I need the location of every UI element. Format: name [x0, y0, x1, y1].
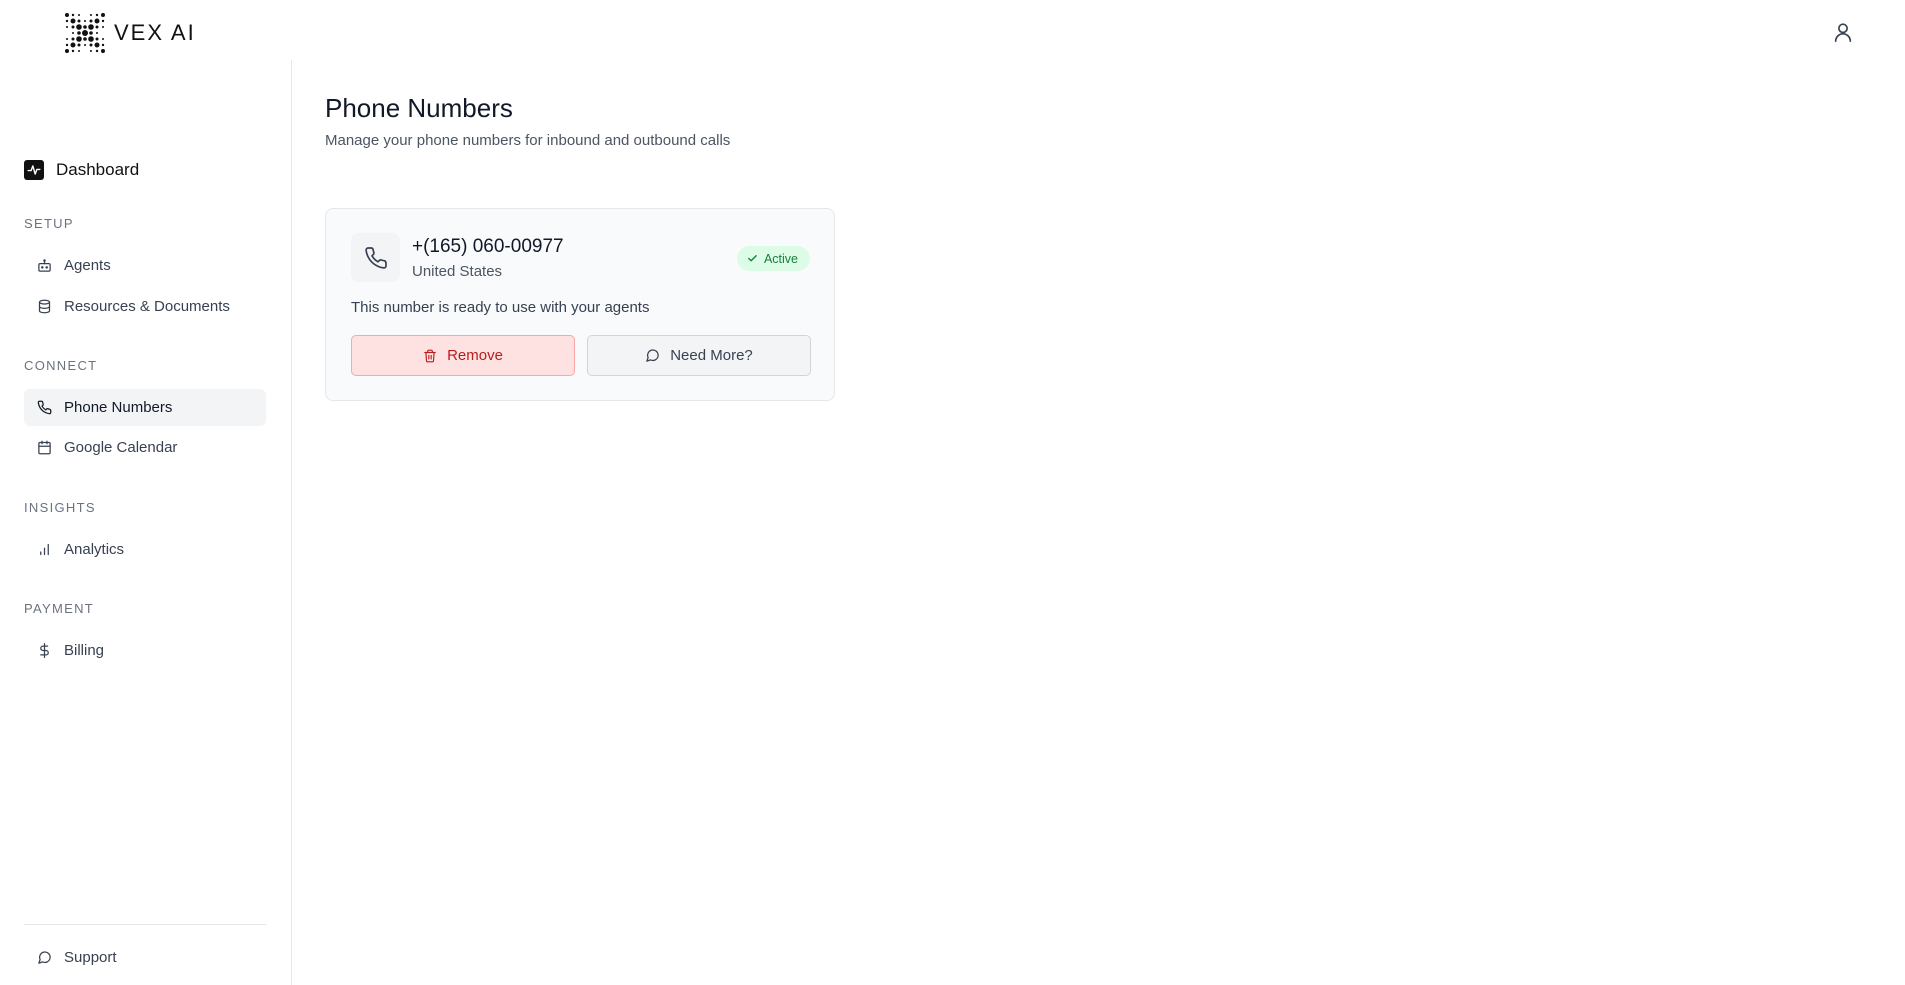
- page-title: Phone Numbers: [325, 93, 513, 123]
- sidebar-item-agents[interactable]: Agents: [24, 247, 266, 284]
- sidebar-item-label: Support: [64, 949, 117, 966]
- sidebar-item-label: Google Calendar: [64, 439, 178, 456]
- remove-button[interactable]: Remove: [351, 335, 575, 376]
- phone-number-description: This number is ready to use with your ag…: [351, 299, 650, 316]
- database-icon: [36, 299, 52, 315]
- status-badge: Active: [736, 246, 810, 271]
- sidebar-item-label: Resources & Documents: [64, 298, 230, 315]
- section-label-connect: CONNECT: [24, 358, 98, 373]
- sidebar-item-dashboard[interactable]: Dashboard: [24, 160, 139, 180]
- vex-logo-icon: [65, 13, 105, 53]
- sidebar-item-analytics[interactable]: Analytics: [24, 531, 266, 568]
- sidebar-item-support[interactable]: Support: [24, 939, 266, 976]
- phone-icon: [36, 400, 52, 416]
- sidebar-item-label: Phone Numbers: [64, 399, 173, 416]
- sidebar-item-label: Dashboard: [56, 160, 140, 179]
- section-label-payment: PAYMENT: [24, 601, 95, 616]
- need-more-button[interactable]: Need More?: [587, 335, 811, 376]
- phone-number-card: +(165) 060-00977 United States Active Th…: [325, 208, 835, 401]
- remove-button-label: Remove: [447, 347, 503, 364]
- sidebar-item-google-calendar[interactable]: Google Calendar: [24, 429, 266, 466]
- section-label-insights: INSIGHTS: [24, 500, 96, 515]
- top-bar: VEX AI: [0, 0, 1905, 60]
- message-circle-icon: [646, 349, 659, 362]
- page-subtitle: Manage your phone numbers for inbound an…: [325, 132, 731, 149]
- section-label-setup: SETUP: [24, 216, 74, 231]
- need-more-button-label: Need More?: [670, 347, 753, 364]
- sidebar-item-label: Agents: [64, 257, 111, 274]
- sidebar-item-resources[interactable]: Resources & Documents: [24, 288, 266, 325]
- status-badge-label: Active: [763, 251, 798, 266]
- message-circle-icon: [36, 950, 52, 966]
- profile-button[interactable]: [1829, 18, 1857, 46]
- bot-icon: [36, 258, 52, 274]
- sidebar-item-billing[interactable]: Billing: [24, 632, 266, 669]
- activity-icon: [24, 160, 44, 180]
- phone-country: United States: [412, 263, 503, 280]
- sidebar-item-label: Analytics: [64, 541, 125, 558]
- user-icon: [1834, 23, 1852, 42]
- sidebar-divider: [24, 924, 266, 925]
- phone-icon: [364, 246, 387, 269]
- bar-chart-icon: [36, 542, 52, 558]
- dollar-icon: [36, 643, 52, 659]
- trash-icon: [424, 349, 436, 362]
- check-icon: [748, 255, 757, 262]
- sidebar-item-label: Billing: [64, 642, 105, 659]
- phone-number: +(165) 060-00977: [412, 236, 564, 257]
- brand-name: VEX AI: [114, 20, 196, 45]
- sidebar: Dashboard SETUP Agents Resources & Docum…: [0, 60, 292, 985]
- sidebar-item-phone-numbers[interactable]: Phone Numbers: [24, 389, 266, 426]
- calendar-icon: [36, 440, 52, 456]
- brand-logo[interactable]: VEX AI: [64, 13, 196, 53]
- phone-icon-container: [351, 233, 400, 282]
